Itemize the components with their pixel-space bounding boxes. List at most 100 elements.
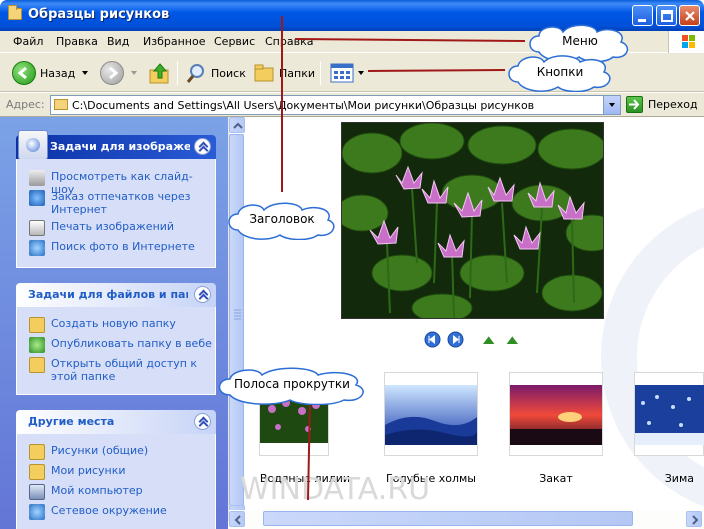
rotate-counterclockwise-button[interactable] xyxy=(504,331,521,351)
address-input[interactable]: C:\Documents and Settings\All Users\Доку… xyxy=(50,95,621,115)
horizontal-scrollbar[interactable] xyxy=(229,510,704,529)
folders-label: Папки xyxy=(279,66,315,80)
thumbnail-blue-hills[interactable] xyxy=(384,372,478,456)
next-image-button[interactable] xyxy=(447,331,464,351)
up-folder-button[interactable] xyxy=(148,60,172,86)
place-my-computer[interactable]: Мой компьютер xyxy=(29,484,213,500)
up-folder-icon xyxy=(149,63,169,84)
address-dropdown-button[interactable] xyxy=(603,96,620,114)
go-label: Переход xyxy=(648,98,698,111)
back-label: Назад xyxy=(40,66,76,80)
share-folder-icon xyxy=(29,357,45,373)
forward-dropdown-icon[interactable] xyxy=(131,71,137,75)
folders-button[interactable]: Папки xyxy=(253,60,315,86)
computer-icon xyxy=(29,484,45,500)
back-dropdown-icon[interactable] xyxy=(82,71,88,75)
callout-label: Кнопки xyxy=(536,65,584,79)
place-label: Сетевое окружение xyxy=(51,504,167,517)
globe-icon xyxy=(29,190,45,206)
go-arrow-icon xyxy=(626,96,643,113)
menu-file[interactable]: Файл xyxy=(13,35,43,48)
close-button[interactable] xyxy=(679,5,700,26)
task-label: Заказ отпечатков через Интернет xyxy=(51,190,191,216)
search-icon xyxy=(186,64,204,83)
collapse-icon[interactable] xyxy=(194,413,211,430)
image-tasks-icon xyxy=(18,130,48,160)
panel-image-tasks-header[interactable]: Задачи для изображений xyxy=(16,130,216,160)
panel-file-tasks-header[interactable]: Задачи для файлов и папок xyxy=(16,283,216,307)
panel-title: Задачи для изображений xyxy=(50,140,190,153)
rotate-clockwise-icon xyxy=(483,335,496,345)
task-order-prints[interactable]: Заказ отпечатков через Интернет xyxy=(29,190,213,216)
previous-icon xyxy=(424,331,441,348)
menu-favorites[interactable]: Избранное xyxy=(143,35,205,48)
slideshow-icon xyxy=(29,170,45,186)
search-button[interactable]: Поиск xyxy=(185,60,246,86)
callout-title: Заголовок xyxy=(224,200,340,240)
place-label: Мои рисунки xyxy=(51,464,126,477)
vertical-scrollbar[interactable] xyxy=(228,117,245,521)
preview-image[interactable] xyxy=(341,122,604,319)
maximize-button[interactable] xyxy=(656,5,677,26)
publish-web-icon xyxy=(29,337,45,353)
collapse-icon[interactable] xyxy=(194,286,211,303)
callout-scrollbar: Полоса прокрутки xyxy=(214,365,370,405)
scroll-up-button[interactable] xyxy=(229,117,245,133)
task-label: Поиск фото в Интернете xyxy=(51,240,195,253)
scrollbar-thumb[interactable] xyxy=(229,134,244,506)
previous-image-button[interactable] xyxy=(424,331,441,351)
panel-title: Задачи для файлов и папок xyxy=(28,288,188,301)
minimize-button[interactable] xyxy=(632,5,653,26)
task-label: Печать изображений xyxy=(51,220,175,233)
toolbar-separator xyxy=(177,61,178,85)
panel-title: Другие места xyxy=(28,415,115,428)
site-watermark: WINDATA.RU xyxy=(240,472,431,507)
task-print[interactable]: Печать изображений xyxy=(29,220,213,236)
panel-file-tasks: Создать новую папку Опубликовать папку в… xyxy=(16,307,216,395)
collapse-icon[interactable] xyxy=(194,138,211,155)
thumbnail-caption: Закат xyxy=(539,472,573,485)
task-label: Опубликовать папку в вебе xyxy=(51,337,212,350)
views-icon xyxy=(330,63,354,83)
menu-help[interactable]: Справка xyxy=(265,35,313,48)
window-title: Образцы рисунков xyxy=(28,7,170,22)
menu-view[interactable]: Вид xyxy=(107,35,129,48)
task-search-photos[interactable]: Поиск фото в Интернете xyxy=(29,240,213,256)
toolbar-separator xyxy=(320,61,321,85)
folders-icon xyxy=(254,64,274,82)
folder-icon xyxy=(54,99,68,110)
address-bar: Адрес: C:\Documents and Settings\All Use… xyxy=(0,93,704,117)
task-publish-web[interactable]: Опубликовать папку в вебе xyxy=(29,337,213,353)
rotate-clockwise-button[interactable] xyxy=(481,331,498,351)
menu-edit[interactable]: Правка xyxy=(56,35,98,48)
scrollbar-thumb[interactable] xyxy=(263,511,633,526)
callout-label: Заголовок xyxy=(249,212,315,226)
menu-tools[interactable]: Сервис xyxy=(214,35,255,48)
thumbnail-winter[interactable] xyxy=(634,372,704,456)
address-label: Адрес: xyxy=(6,98,45,111)
callout-buttons: Кнопки xyxy=(504,54,616,92)
windows-logo-icon xyxy=(668,31,704,53)
task-new-folder[interactable]: Создать новую папку xyxy=(29,317,213,333)
thumbnail-sunset[interactable] xyxy=(509,372,603,456)
task-label: Создать новую папку xyxy=(51,317,176,330)
new-folder-icon xyxy=(29,317,45,333)
go-button[interactable]: Переход xyxy=(626,96,698,113)
panel-image-tasks: Просмотреть как слайд-шоу Заказ отпечатк… xyxy=(16,159,216,268)
place-shared-pictures[interactable]: Рисунки (общие) xyxy=(29,444,213,460)
views-button[interactable] xyxy=(330,60,364,86)
scroll-left-button[interactable] xyxy=(229,511,245,527)
scroll-right-button[interactable] xyxy=(686,511,702,527)
address-path: C:\Documents and Settings\All Users\Доку… xyxy=(72,99,535,112)
folder-icon xyxy=(29,464,45,480)
forward-button[interactable] xyxy=(100,60,124,86)
panel-other-places-header[interactable]: Другие места xyxy=(16,410,216,434)
back-button[interactable]: Назад xyxy=(12,60,75,86)
panel-other-places: Рисунки (общие) Мои рисунки Мой компьюте… xyxy=(16,434,216,529)
place-my-pictures[interactable]: Мои рисунки xyxy=(29,464,213,480)
place-network[interactable]: Сетевое окружение xyxy=(29,504,213,520)
thumbnail-caption: Зима xyxy=(664,472,694,485)
task-share-folder[interactable]: Открыть общий доступ к этой папке xyxy=(29,357,213,383)
folder-icon xyxy=(29,444,45,460)
rotate-counterclockwise-icon xyxy=(505,335,518,345)
